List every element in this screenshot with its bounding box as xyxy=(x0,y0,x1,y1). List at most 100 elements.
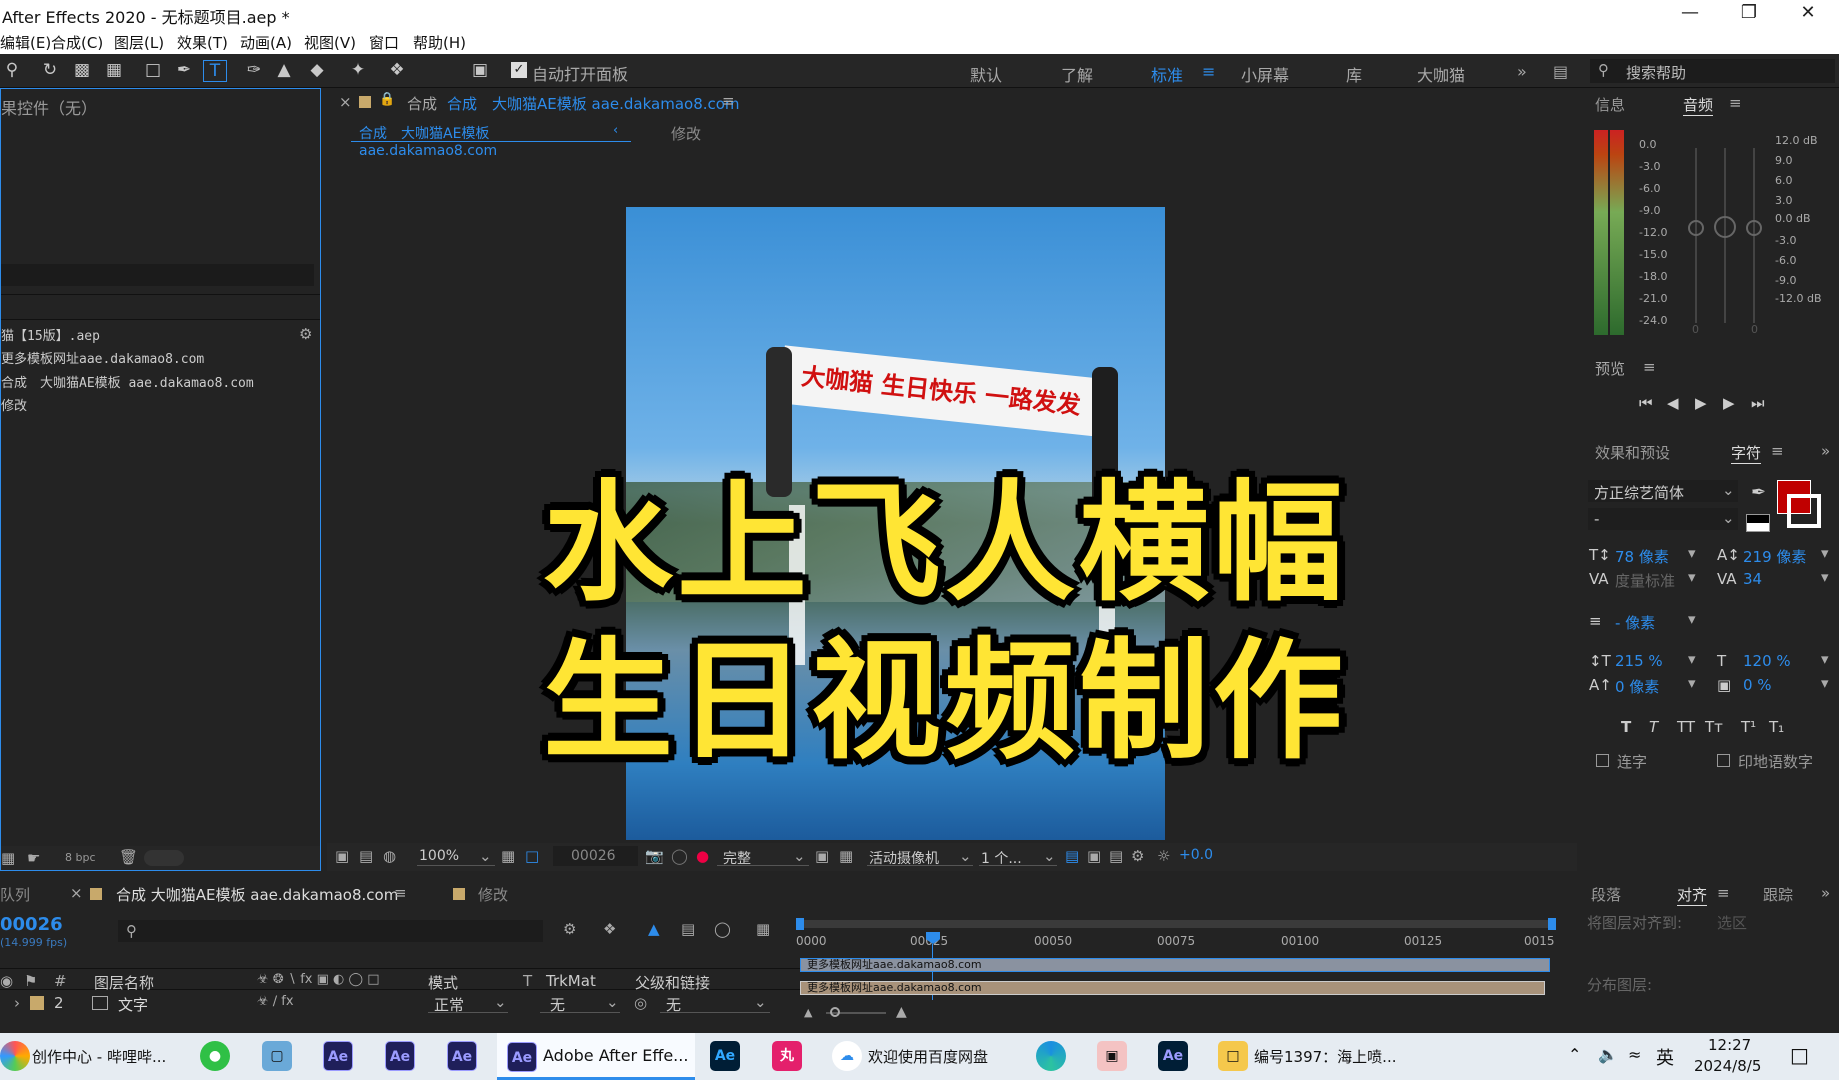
parent-select[interactable]: 无 ⌄ xyxy=(660,993,770,1014)
close-button[interactable]: ✕ xyxy=(1783,2,1833,26)
exposure-value[interactable]: +0.0 xyxy=(1179,847,1213,863)
fit-icon[interactable]: ▦ xyxy=(501,847,515,865)
time-graph[interactable]: 0000 00025 00050 00075 00100 00125 0015 … xyxy=(796,918,1556,1028)
graph-editor-icon[interactable]: ▦ xyxy=(756,920,770,938)
menu-layer[interactable]: 图层(L) xyxy=(114,32,164,53)
work-area-end-handle[interactable] xyxy=(1548,918,1556,930)
comp-mini-flowchart-icon[interactable]: ⚙ xyxy=(563,920,576,938)
horizontal-scale-value[interactable]: 120 % xyxy=(1743,652,1791,670)
menu-window[interactable]: 窗口 xyxy=(369,32,399,53)
help-search[interactable]: ⚲ 搜索帮助 xyxy=(1590,59,1835,83)
camera-select[interactable]: 活动摄像机 ⌄ xyxy=(867,846,973,867)
eyedropper-icon[interactable]: ✒ xyxy=(1751,482,1766,503)
clone-stamp-tool-icon[interactable]: ▲ xyxy=(272,60,296,82)
align-to-value[interactable]: 选区 xyxy=(1717,912,1747,933)
comp-tab-name[interactable]: 合成 大咖猫AE模板 aae.dakamao8.com xyxy=(447,93,740,114)
show-snapshot-icon[interactable]: ◯ xyxy=(671,847,688,865)
workspace-libraries[interactable]: 库 xyxy=(1346,62,1362,86)
ae-dark-icon[interactable]: Ae xyxy=(1158,1041,1188,1071)
draft-3d-icon[interactable]: ❖ xyxy=(603,920,616,938)
last-frame-icon[interactable]: ⏭ xyxy=(1751,394,1765,412)
taskbar-active-app[interactable]: Ae Adobe After Effe... xyxy=(497,1033,695,1080)
snap-icon[interactable]: ▣ xyxy=(468,60,492,82)
zoom-tool-icon[interactable]: ⚲ xyxy=(0,60,24,82)
close-tab-icon[interactable]: × xyxy=(70,884,83,902)
timeline-zoom-handle[interactable] xyxy=(830,1007,840,1017)
clock-time[interactable]: 12:27 xyxy=(1708,1036,1751,1054)
workspace-standard[interactable]: 标准 xyxy=(1151,62,1183,86)
timeline-timecode[interactable]: 00026 xyxy=(0,914,63,935)
layer-row[interactable]: › 2 文字 ☣ ∕ fx 正常 ⌄ 无 ⌄ ◎ 无 ⌄ xyxy=(0,991,800,1015)
new-folder-icon[interactable]: ▦ xyxy=(1,849,15,867)
font-family-select[interactable]: 方正综艺简体 ⌄ xyxy=(1588,480,1738,502)
first-frame-icon[interactable]: ⏮ xyxy=(1639,394,1653,412)
project-item-aep[interactable]: 猫【15版】.aep xyxy=(1,325,100,344)
workspace-menu-icon[interactable]: ≡ xyxy=(1202,62,1215,81)
baseline-shift-value[interactable]: 0 像素 xyxy=(1615,676,1659,697)
zoom-in-icon[interactable]: ▲ xyxy=(896,1004,907,1020)
audio-menu-icon[interactable]: ≡ xyxy=(1729,94,1742,112)
modify-comp-tab[interactable]: 修改 xyxy=(478,884,508,905)
snapshot-icon[interactable]: 📷 xyxy=(645,847,664,865)
layer-name-header[interactable]: 图层名称 xyxy=(94,972,154,993)
taskbar-app-bilibili[interactable]: 创作中心 - 哔哩哔... xyxy=(32,1046,166,1067)
default-colors-swatch[interactable] xyxy=(1746,514,1770,532)
roto-brush-tool-icon[interactable]: ✦ xyxy=(346,60,370,82)
fast-preview-icon[interactable]: ▣ xyxy=(1087,847,1101,865)
expand-arrow-icon[interactable]: › xyxy=(14,994,20,1012)
ae-icon[interactable]: Ae xyxy=(447,1041,477,1071)
pan-behind-tool-icon[interactable]: ▦ xyxy=(102,60,126,82)
zoom-select[interactable]: 100% ⌄ xyxy=(417,846,495,866)
notification-icon[interactable]: □ xyxy=(1790,1043,1809,1067)
edge-icon[interactable] xyxy=(1036,1041,1066,1071)
label-tag-icon[interactable]: ⚑ xyxy=(24,972,37,990)
project-item-modify[interactable]: 修改 xyxy=(1,395,27,414)
toggle-pixel-aspect-icon[interactable]: ▤ xyxy=(1065,847,1079,865)
menu-animation[interactable]: 动画(A) xyxy=(240,32,292,53)
workspace-learn[interactable]: 了解 xyxy=(1061,62,1093,86)
restore-button[interactable]: ❐ xyxy=(1724,2,1774,26)
lock-icon[interactable]: 🔒 xyxy=(379,92,395,107)
font-style-select[interactable]: - ⌄ xyxy=(1588,508,1738,530)
overflow-icon[interactable]: » xyxy=(1821,884,1830,902)
project-item-comp[interactable]: 合成 大咖猫AE模板 aae.dakamao8.com xyxy=(1,372,254,391)
views-select[interactable]: 1 个... ⌄ xyxy=(979,846,1057,867)
font-size-value[interactable]: 78 像素 xyxy=(1615,546,1669,567)
layer-bar[interactable]: 更多模板网址aae.dakamao8.com xyxy=(800,981,1545,995)
notepad-icon[interactable]: ▢ xyxy=(262,1041,292,1071)
always-preview-icon[interactable]: ▣ xyxy=(335,847,349,865)
comp-bar[interactable]: 更多模板网址aae.dakamao8.com xyxy=(800,958,1550,972)
all-caps-icon[interactable]: TT xyxy=(1677,718,1695,736)
rotate-tool-icon[interactable]: ↻ xyxy=(38,60,62,82)
pick-whip-icon[interactable]: ◎ xyxy=(634,994,647,1012)
eraser-tool-icon[interactable]: ◆ xyxy=(305,60,329,82)
trash-icon[interactable]: 🗑 xyxy=(119,848,138,866)
clock-date[interactable]: 2024/8/5 xyxy=(1694,1057,1761,1075)
resolution-select[interactable]: 完整 ⌄ xyxy=(717,846,809,867)
paragraph-tab[interactable]: 段落 xyxy=(1591,884,1621,905)
work-area-bar[interactable] xyxy=(800,920,1552,928)
align-menu-icon[interactable]: ≡ xyxy=(1717,884,1730,902)
layer-name[interactable]: 文字 xyxy=(118,994,148,1015)
menu-effect[interactable]: 效果(T) xyxy=(177,32,228,53)
close-tab-icon[interactable]: × xyxy=(339,93,352,111)
minimize-button[interactable]: — xyxy=(1665,2,1715,26)
preview-menu-icon[interactable]: ≡ xyxy=(1643,358,1656,376)
vr-icon[interactable]: ◍ xyxy=(383,847,396,865)
exposure-reset-icon[interactable]: ☼ xyxy=(1157,847,1170,865)
flowchart-icon[interactable]: ⚙ xyxy=(1131,847,1144,865)
audio-slider-master[interactable] xyxy=(1714,216,1736,238)
puppet-pin-tool-icon[interactable]: ❖ xyxy=(385,60,409,82)
align-tab[interactable]: 对齐 xyxy=(1677,884,1708,906)
project-flowchart-icon[interactable]: ⚙ xyxy=(299,325,312,343)
tsume-value[interactable]: 0 % xyxy=(1743,676,1772,694)
layer-color-label[interactable] xyxy=(30,996,44,1010)
character-tab[interactable]: 字符 xyxy=(1731,442,1762,464)
stroke-color-swatch[interactable] xyxy=(1787,494,1821,528)
tracker-tab[interactable]: 跟踪 xyxy=(1763,884,1793,905)
viewer-timecode[interactable]: 00026 xyxy=(553,846,638,866)
blend-mode-select[interactable]: 正常 ⌄ xyxy=(428,993,508,1014)
tracking-value[interactable]: 34 xyxy=(1743,570,1762,588)
monitor-icon[interactable]: ▤ xyxy=(359,847,373,865)
workspace-default[interactable]: 默认 xyxy=(970,62,1002,86)
